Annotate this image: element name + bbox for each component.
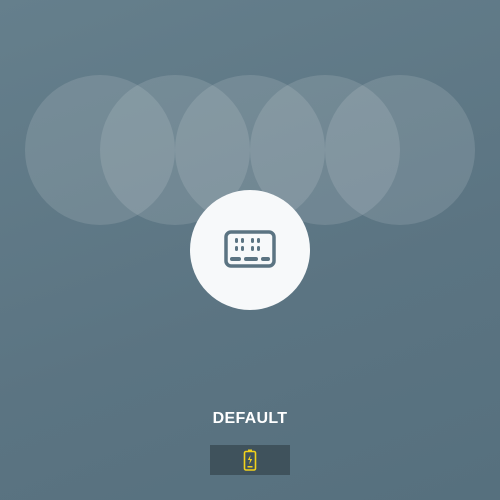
battery-charging-icon <box>243 449 257 471</box>
keypad-icon <box>224 230 276 268</box>
mode-label: DEFAULT <box>212 410 288 427</box>
status-bar <box>210 445 290 475</box>
background-circle <box>325 75 475 225</box>
mode-button[interactable] <box>190 190 310 310</box>
